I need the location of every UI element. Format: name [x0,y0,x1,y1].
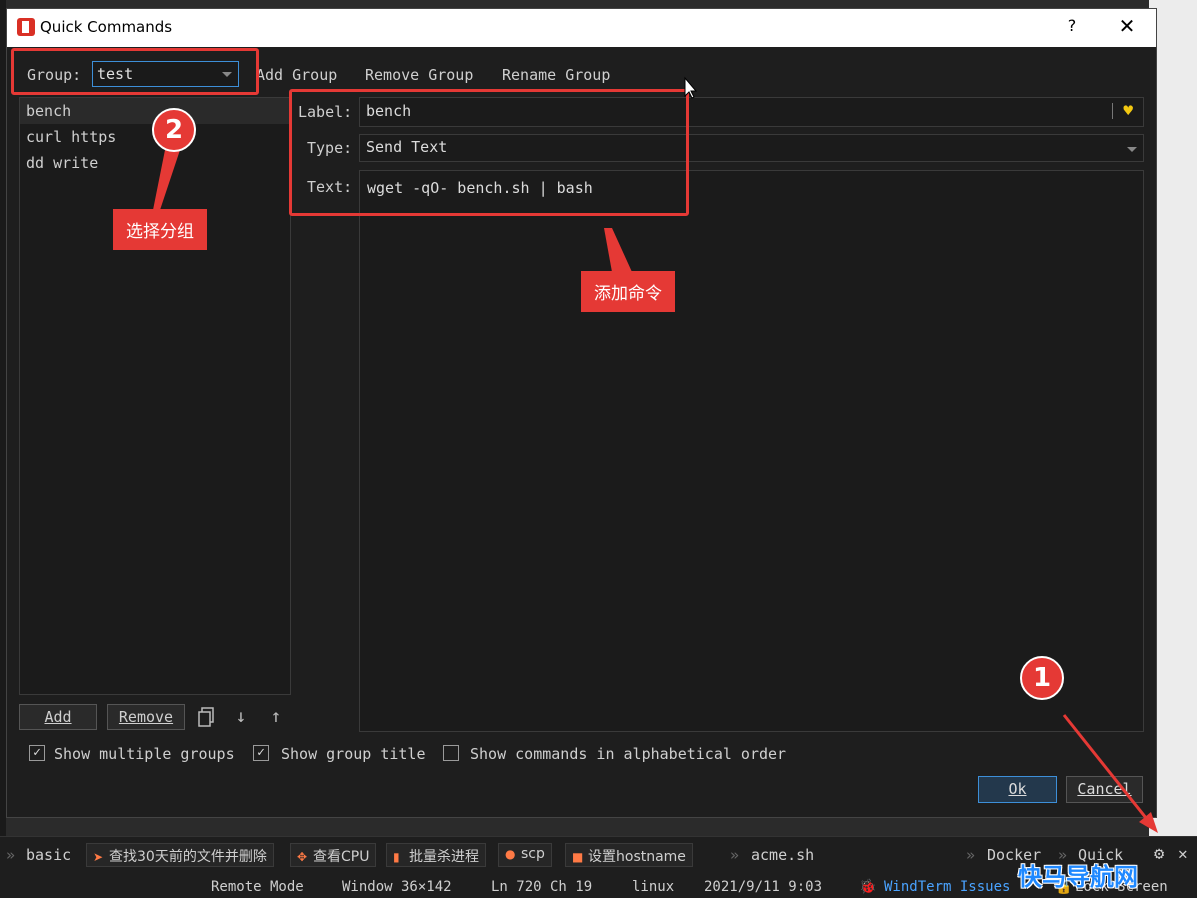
window-title: Quick Commands [40,18,173,36]
show-multiple-groups-label: Show multiple groups [54,745,235,763]
chevron-double-right-icon: » [730,846,740,864]
ok-button[interactable]: Ok [978,776,1057,803]
watermark-logo: 快马导航网 [1018,863,1138,891]
chevron-double-right-icon: » [966,846,976,864]
status-os: linux [632,879,675,895]
status-mode[interactable]: Remote Mode [211,879,304,895]
title-bar: Quick Commands ? ✕ [7,9,1156,47]
quick-command-tab[interactable]: ■ 设置hostname [565,843,693,867]
quick-command-label: 设置hostname [588,849,686,865]
bookmark-icon: ▮ [393,850,400,864]
quick-command-label: 查看CPU [313,849,370,865]
callout-add-command: 添加命令 [581,271,675,312]
annotation-badge-2: 2 [152,108,196,152]
show-multiple-groups-checkbox[interactable]: ✓ [29,745,45,761]
quick-command-tab[interactable]: ▮ 批量杀进程 [386,843,486,867]
copy-icon[interactable] [196,706,218,730]
show-group-title-label: Show group title [281,745,426,763]
quick-command-tab[interactable]: ● scp [498,843,552,867]
circle-icon: ● [505,847,516,861]
heart-icon[interactable]: ♥ [1123,101,1133,120]
help-button[interactable]: ? [1062,16,1082,40]
bug-icon: 🐞 [859,879,877,895]
remove-command-label: Remove [118,708,174,726]
chevron-double-right-icon: » [6,846,16,864]
arrow-down-icon[interactable]: ↓ [230,706,252,730]
quick-command-label: 查找30天前的文件并删除 [109,849,267,865]
list-item[interactable]: dd write [20,150,290,176]
ok-label: Ok [1008,780,1027,798]
separator [1112,103,1113,119]
rename-group-button[interactable]: Rename Group [502,66,610,84]
add-command-button[interactable]: Add [19,704,97,730]
remove-command-button[interactable]: Remove [107,704,185,730]
text-editor[interactable]: wget -qO- bench.sh | bash [359,170,1144,732]
annotation-box-group [11,48,259,95]
gear-icon[interactable]: ⚙ [1154,844,1164,864]
cpu-icon: ✥ [297,850,308,864]
square-icon: ■ [572,850,584,864]
cancel-button[interactable]: Cancel [1066,776,1143,803]
status-cursor-position[interactable]: Ln 720 Ch 19 [491,879,592,895]
quick-command-label: 批量杀进程 [409,849,479,865]
add-command-label: Add [44,708,72,726]
callout-select-group: 选择分组 [113,209,207,250]
command-list[interactable]: bench curl https dd write [19,97,291,695]
quick-command-plain[interactable]: acme.sh [751,846,814,864]
quickbar-group-basic[interactable]: basic [26,846,71,864]
app-icon [17,18,35,36]
close-button[interactable]: ✕ [1115,14,1139,40]
status-window-size: Window 36×142 [342,879,452,895]
chevron-down-icon [1127,147,1137,152]
location-arrow-icon: ➤ [93,850,104,864]
alphabetical-order-checkbox[interactable] [443,745,459,761]
status-datetime: 2021/9/11 9:03 [704,879,823,895]
add-group-button[interactable]: Add Group [256,66,337,84]
status-issues-link[interactable]: WindTerm Issues [884,879,1010,895]
quick-command-tab[interactable]: ✥ 查看CPU [290,843,377,867]
remove-group-button[interactable]: Remove Group [365,66,473,84]
show-group-title-checkbox[interactable]: ✓ [253,745,269,761]
cancel-label: Cancel [1077,780,1132,798]
annotation-box-command [289,89,689,216]
quick-command-label: scp [521,846,545,862]
close-icon[interactable]: ✕ [1178,844,1188,863]
arrow-up-icon[interactable]: ↑ [265,706,287,730]
annotation-badge-1: 1 [1020,656,1064,700]
quick-command-tab[interactable]: ➤ 查找30天前的文件并删除 [86,843,274,867]
alphabetical-order-label: Show commands in alphabetical order [470,745,787,763]
